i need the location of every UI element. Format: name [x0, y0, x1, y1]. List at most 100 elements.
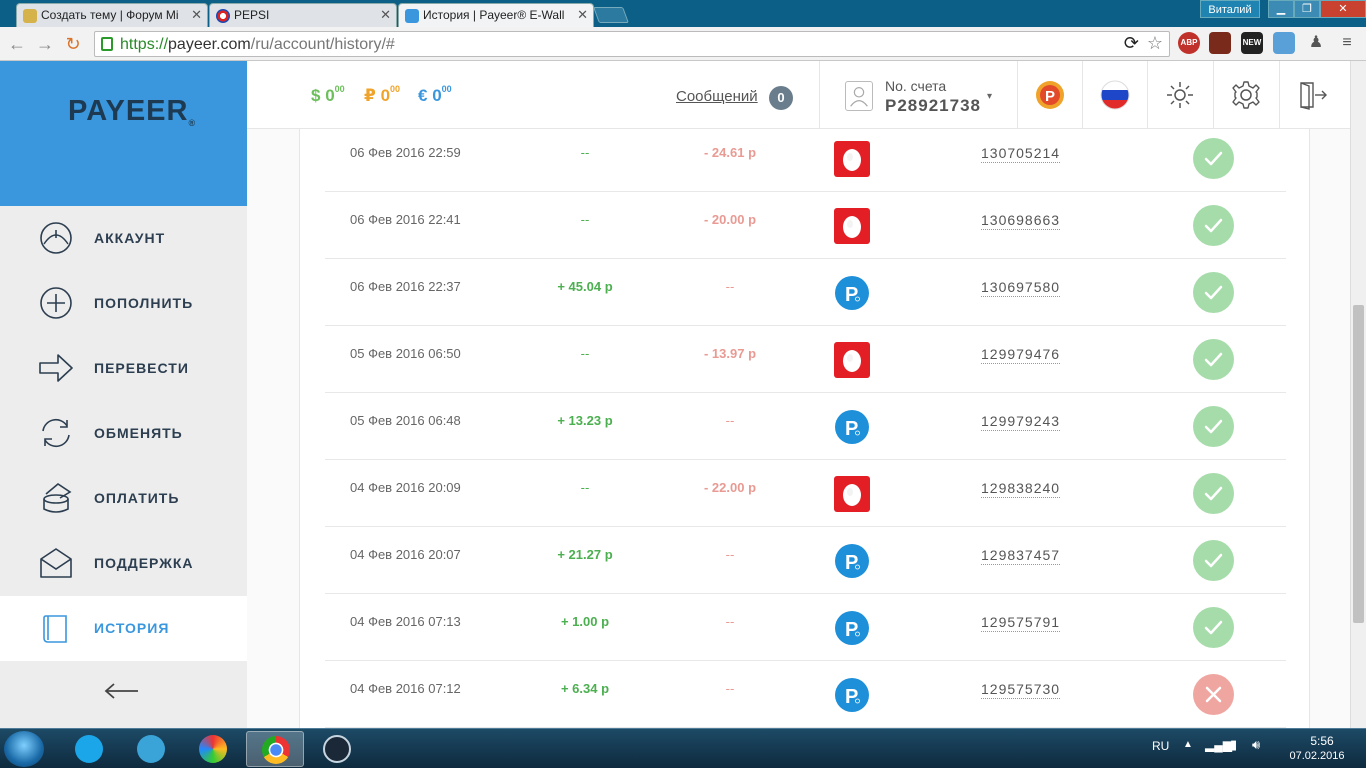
messages-link[interactable]: Сообщений [676, 88, 758, 105]
address-bar[interactable]: https://payeer.com/ru/account/history/# … [94, 31, 1170, 57]
transaction-id-link[interactable]: 130698663 [981, 212, 1061, 230]
transaction-date: 04 Фев 2016 20:07 [350, 547, 461, 562]
start-button-icon[interactable] [4, 731, 44, 767]
tray-expand-icon[interactable]: ▲ [1183, 739, 1193, 750]
page-scrollbar[interactable] [1350, 61, 1366, 728]
main-content: 06 Фев 2016 22:59 -- - 24.61 р 130705214 06 … [247, 129, 1350, 728]
balance-rub[interactable]: ₽ 000 [364, 84, 400, 106]
transaction-id-link[interactable]: 129837457 [981, 547, 1061, 565]
dashboard-gauge-icon [40, 222, 72, 254]
russian-flag-icon[interactable] [1100, 80, 1130, 110]
refresh-extension-icon[interactable]: ⟳ [1124, 33, 1139, 54]
table-row[interactable]: 06 Фев 2016 22:41 -- - 20.00 р 130698663 [325, 192, 1286, 259]
taskbar-skype[interactable] [60, 731, 118, 767]
transaction-expense: -- [725, 614, 735, 629]
windows-taskbar: RU ▲ ▂▄▆ ▮ 🔊︎ 5:56 07.02.2016 [0, 728, 1366, 768]
payeer-system-icon: P [835, 611, 869, 645]
transaction-income: + 21.27 р [557, 547, 613, 562]
ruble-wallet-icon[interactable]: P [1035, 80, 1065, 110]
battery-icon[interactable]: ▮ [1230, 737, 1237, 753]
new-extension-icon[interactable]: NEW [1241, 32, 1263, 54]
transaction-id-link[interactable]: 129575730 [981, 681, 1061, 699]
tray-clock-time[interactable]: 5:56 [1292, 734, 1352, 748]
taskbar-game[interactable] [184, 731, 242, 767]
divider [1082, 61, 1083, 129]
transaction-expense: - 24.61 р [703, 145, 757, 160]
chevron-down-icon[interactable]: ▾ [987, 91, 992, 102]
transaction-id-link[interactable]: 130705214 [981, 145, 1061, 163]
user-extension-icon[interactable]: ♟ [1305, 32, 1327, 54]
table-row[interactable]: 06 Фев 2016 22:59 -- - 24.61 р 130705214 [325, 125, 1286, 192]
taskbar-telegram[interactable] [122, 731, 180, 767]
sidebar-item-transfer[interactable]: ПЕРЕВЕСТИ [0, 336, 247, 401]
sidebar-item-account[interactable]: АККАУНТ [0, 206, 247, 271]
table-row[interactable]: 04 Фев 2016 07:13 + 1.00 р -- P 129575791 [325, 594, 1286, 661]
divider [1017, 61, 1018, 129]
table-row[interactable]: 05 Фев 2016 06:48 + 13.23 р -- P 129979243 [325, 393, 1286, 460]
bookmark-star-icon[interactable]: ☆ [1147, 33, 1163, 54]
tray-language[interactable]: RU [1152, 739, 1169, 753]
transaction-date: 06 Фев 2016 22:59 [350, 145, 461, 160]
minimize-icon[interactable]: ▁ [1268, 0, 1294, 18]
scrollbar-thumb[interactable] [1353, 305, 1364, 623]
table-row[interactable]: 04 Фев 2016 07:12 + 6.34 р -- P 129575730 [325, 661, 1286, 728]
svg-text:P: P [845, 552, 858, 574]
transaction-income: + 6.34 р [560, 681, 610, 696]
back-arrow-icon[interactable]: ← [6, 33, 28, 55]
tray-clock-date[interactable]: 07.02.2016 [1282, 750, 1352, 762]
status-success-icon [1193, 406, 1234, 447]
sidebar-item-exchange[interactable]: ОБМЕНЯТЬ [0, 401, 247, 466]
browser-menu-icon[interactable]: ≡ [1336, 32, 1358, 54]
payeer-system-icon: P [835, 410, 869, 444]
balance-eur[interactable]: € 000 [418, 84, 452, 106]
sidebar-item-deposit[interactable]: ПОПОЛНИТЬ [0, 271, 247, 336]
sidebar-item-history[interactable]: ИСТОРИЯ [0, 596, 247, 661]
brightness-sun-icon[interactable] [1165, 80, 1195, 110]
browser-tab-payeer[interactable]: История | Payeer® E-Wall ✕ [398, 3, 594, 27]
taskbar-steam[interactable] [308, 731, 366, 767]
balance-usd[interactable]: $ 000 [311, 84, 345, 106]
status-success-icon [1193, 205, 1234, 246]
transaction-id-link[interactable]: 130697580 [981, 279, 1061, 297]
adblock-icon[interactable]: ABP [1178, 32, 1200, 54]
messages-count-badge: 0 [769, 86, 793, 110]
new-tab-button[interactable] [593, 7, 629, 23]
divider [1147, 61, 1148, 129]
tab-close-icon[interactable]: ✕ [191, 7, 202, 23]
transaction-id-link[interactable]: 129979243 [981, 413, 1061, 431]
table-row[interactable]: 06 Фев 2016 22:37 + 45.04 р -- P 130697580 [325, 259, 1286, 326]
status-success-icon [1193, 272, 1234, 313]
taskbar-chrome[interactable] [246, 731, 304, 767]
mts-logo-icon [834, 476, 870, 512]
volume-icon[interactable]: 🔊︎ [1252, 737, 1260, 753]
collapse-sidebar-arrow-icon[interactable] [104, 681, 140, 701]
account-number[interactable]: P28921738 [885, 96, 981, 116]
logout-door-icon[interactable] [1297, 80, 1327, 110]
tab-close-icon[interactable]: ✕ [577, 7, 588, 23]
telegram-icon [137, 735, 165, 763]
table-row[interactable]: 04 Фев 2016 20:09 -- - 22.00 р 129838240 [325, 460, 1286, 527]
weather-extension-icon[interactable] [1273, 32, 1295, 54]
extension-s-icon[interactable] [1209, 32, 1231, 54]
transaction-id-link[interactable]: 129575791 [981, 614, 1061, 632]
transaction-id-link[interactable]: 129838240 [981, 480, 1061, 498]
sidebar-item-support[interactable]: ПОДДЕРЖКА [0, 531, 247, 596]
browser-profile-button[interactable]: Виталий [1200, 0, 1260, 18]
chrome-icon [262, 736, 290, 764]
table-row[interactable]: 05 Фев 2016 06:50 -- - 13.97 р 129979476 [325, 326, 1286, 393]
transaction-date: 06 Фев 2016 22:37 [350, 279, 461, 294]
forward-arrow-icon[interactable]: → [34, 33, 56, 55]
table-row[interactable]: 04 Фев 2016 20:07 + 21.27 р -- P 129837457 [325, 527, 1286, 594]
window-close-icon[interactable]: ✕ [1320, 0, 1366, 18]
payeer-logo[interactable]: PAYEER® [68, 95, 196, 128]
maximize-icon[interactable]: ❐ [1294, 0, 1320, 18]
browser-tab-pepsi[interactable]: PEPSI ✕ [209, 3, 397, 27]
forum-favicon-icon [23, 9, 37, 23]
sidebar-item-pay[interactable]: ОПЛАТИТЬ [0, 466, 247, 531]
tab-close-icon[interactable]: ✕ [380, 7, 391, 23]
transaction-id-link[interactable]: 129979476 [981, 346, 1061, 364]
browser-tab-forum[interactable]: Создать тему | Форум Mi ✕ [16, 3, 208, 27]
network-signal-icon[interactable]: ▂▄▆ [1205, 738, 1232, 752]
settings-gear-icon[interactable] [1231, 80, 1261, 110]
reload-icon[interactable]: ↻ [62, 33, 84, 55]
